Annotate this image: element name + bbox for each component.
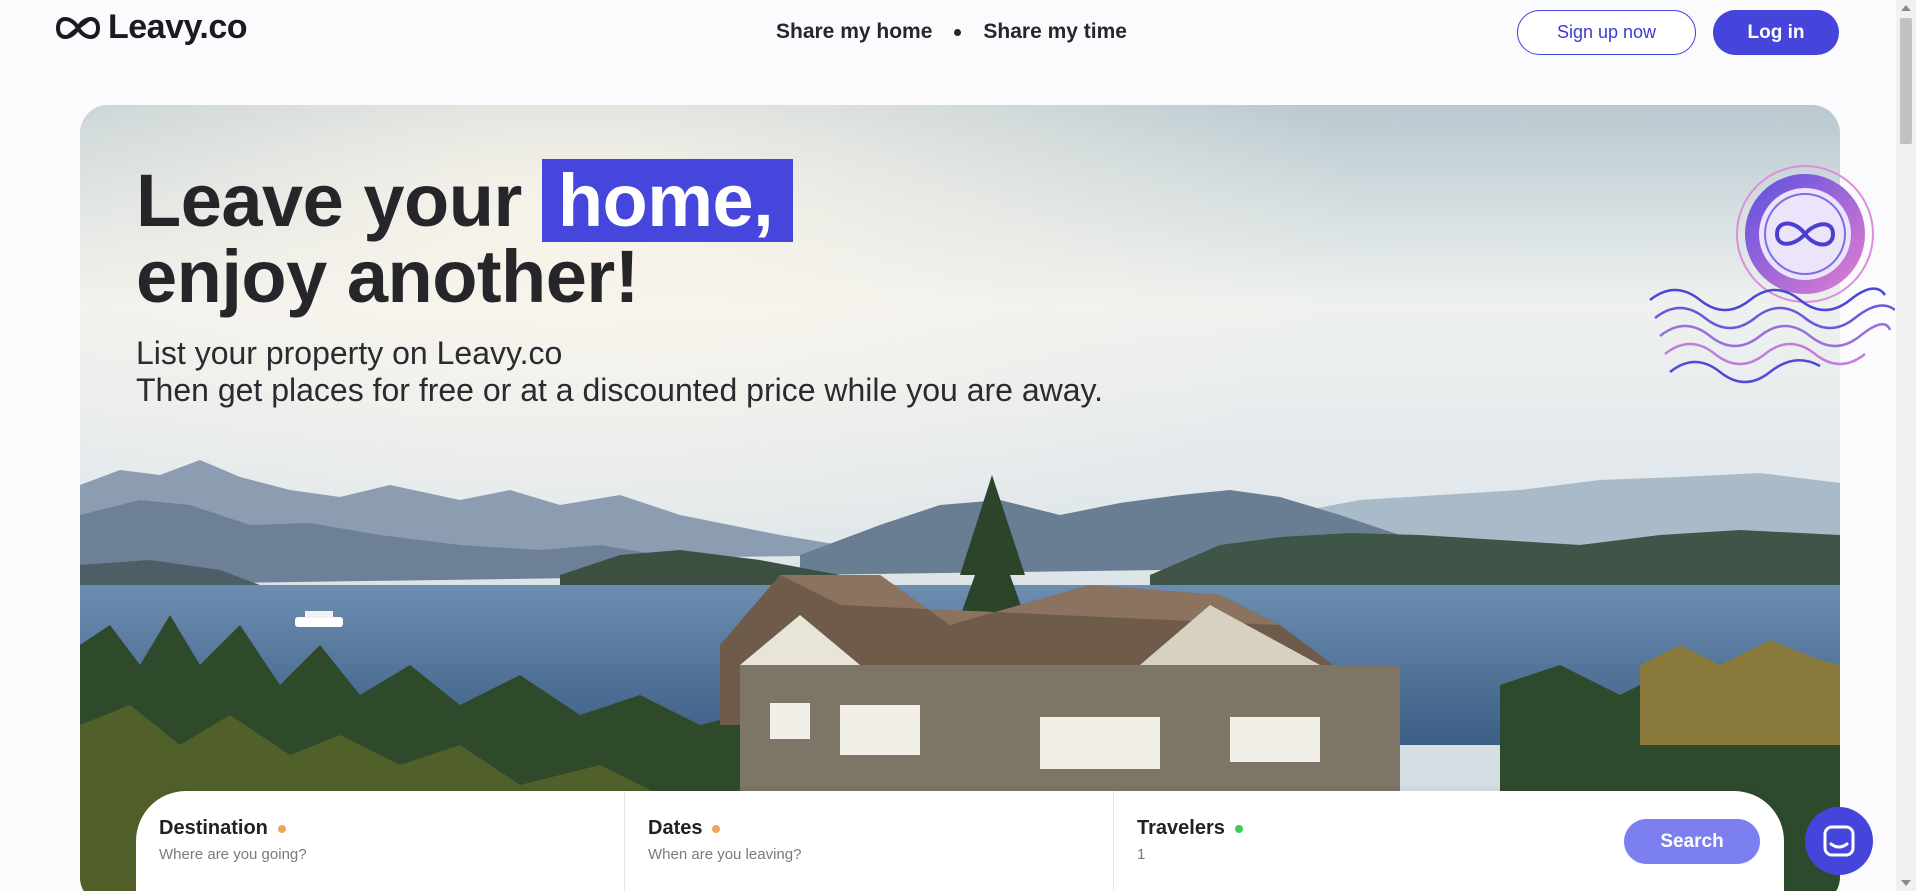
search-button[interactable]: Search <box>1624 819 1760 864</box>
scroll-up-arrow[interactable] <box>1901 5 1911 11</box>
chat-icon <box>1823 825 1855 857</box>
headline-line2: enjoy another! <box>136 235 639 318</box>
hero-section: Leave your home, enjoy another! List you… <box>80 105 1840 891</box>
search-bar: Destination Where are you going? Dates W… <box>136 791 1784 891</box>
login-button[interactable]: Log in <box>1713 10 1839 55</box>
headline-highlight: home, <box>541 159 794 242</box>
destination-status-dot <box>277 824 286 833</box>
stamp-icon <box>1649 165 1895 384</box>
field-divider <box>1113 791 1114 891</box>
nav-separator <box>954 28 962 36</box>
subtitle-line1: List your property on Leavy.co <box>136 335 563 371</box>
dates-label: Dates <box>648 817 703 839</box>
logo[interactable]: Leavy.co <box>52 8 248 47</box>
hero-headline: Leave your home, enjoy another! <box>136 159 794 318</box>
site-header: Leavy.co Share my home Share my time Sig… <box>0 0 1896 64</box>
scrollbar-thumb[interactable] <box>1900 18 1912 144</box>
leavy-logo-icon <box>55 16 101 39</box>
dates-status-dot <box>712 824 721 833</box>
travelers-status-dot <box>1234 824 1243 833</box>
destination-field[interactable]: Destination Where are you going? <box>159 817 307 863</box>
subtitle-line2: Then get places for free or at a discoun… <box>136 372 1104 408</box>
travelers-input[interactable]: 1 <box>1137 846 1243 863</box>
nav-share-time[interactable]: Share my time <box>983 20 1127 44</box>
main-nav: Share my home Share my time <box>776 20 1127 44</box>
field-divider <box>624 791 625 891</box>
hero-subtitle: List your property on Leavy.co Then get … <box>136 335 1103 409</box>
scroll-down-arrow[interactable] <box>1901 880 1911 886</box>
destination-input[interactable]: Where are you going? <box>159 846 307 863</box>
signup-button[interactable]: Sign up now <box>1517 10 1696 55</box>
dates-field[interactable]: Dates When are you leaving? <box>648 817 801 863</box>
travelers-label: Travelers <box>1137 817 1225 839</box>
nav-share-home[interactable]: Share my home <box>776 20 932 44</box>
headline-part1: Leave your <box>136 159 522 242</box>
page-scrollbar[interactable] <box>1896 0 1916 891</box>
travelers-field[interactable]: Travelers 1 <box>1137 817 1243 863</box>
logo-text: Leavy.co <box>108 8 248 46</box>
destination-label: Destination <box>159 817 268 839</box>
dates-input[interactable]: When are you leaving? <box>648 846 801 863</box>
chat-button[interactable] <box>1805 807 1873 875</box>
